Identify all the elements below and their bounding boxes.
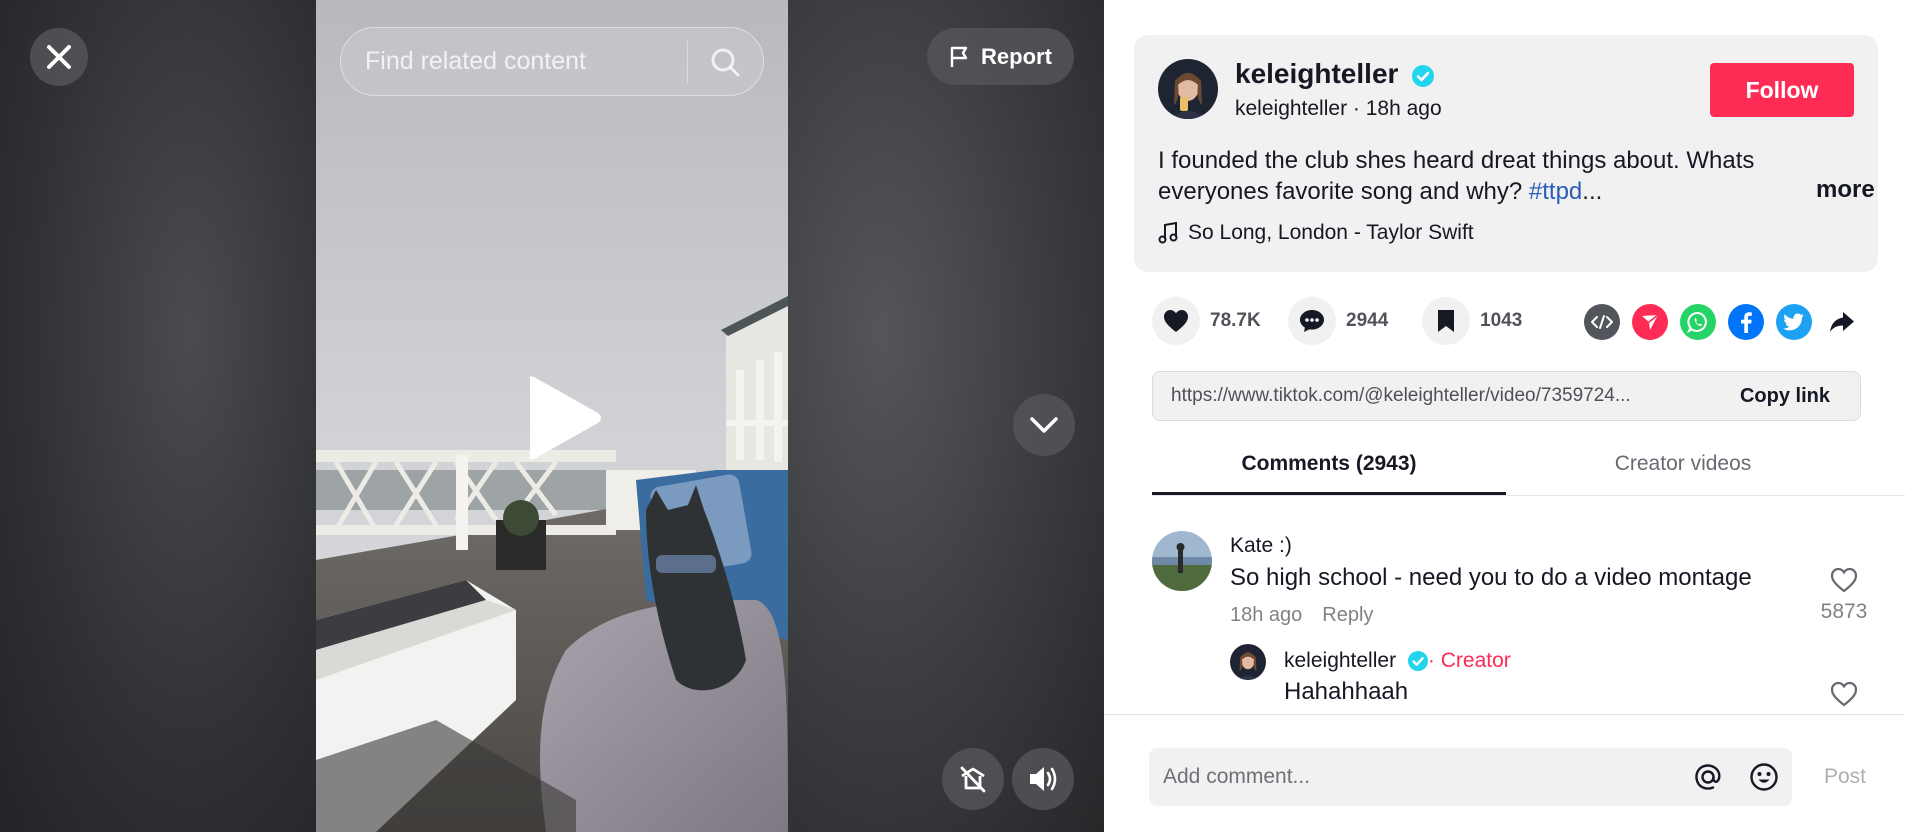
facebook-share-button[interactable] — [1728, 304, 1764, 340]
more-button[interactable]: more — [1816, 176, 1875, 204]
author-username: keleighteller — [1235, 97, 1348, 120]
hashtag-link[interactable]: #ttpd — [1529, 178, 1582, 205]
reply-author[interactable]: keleighteller · Creator — [1284, 649, 1511, 673]
send-to-friends-button[interactable] — [1632, 304, 1668, 340]
commenter-avatar[interactable] — [1152, 531, 1212, 591]
floating-player-button[interactable] — [942, 748, 1004, 810]
heart-outline-icon — [1830, 567, 1858, 593]
music-link[interactable]: So Long, London - Taylor Swift — [1158, 221, 1474, 245]
chevron-down-icon — [1030, 417, 1058, 433]
twitter-icon — [1783, 313, 1804, 331]
heart-icon — [1164, 310, 1188, 332]
play-icon — [529, 376, 601, 460]
more-share-button[interactable] — [1824, 304, 1860, 340]
comment-list: Kate :) So high school - need you to do … — [1104, 497, 1905, 715]
content-tabs: Comments (2943) Creator videos — [1152, 440, 1905, 496]
reply-tag-separator: · — [1427, 649, 1435, 672]
comment-like-count: 5873 — [1820, 600, 1868, 623]
comment-input[interactable] — [1149, 765, 1680, 789]
search-icon — [711, 48, 740, 76]
embed-button[interactable] — [1584, 304, 1620, 340]
reply-avatar-image — [1230, 644, 1266, 680]
volume-button[interactable] — [1012, 748, 1074, 810]
whatsapp-icon — [1687, 312, 1707, 333]
tab-creator-videos[interactable]: Creator videos — [1506, 440, 1860, 495]
comment-time: 18h ago — [1230, 604, 1303, 626]
reply-author-name: keleighteller — [1284, 649, 1397, 672]
share-arrow-icon — [1830, 312, 1854, 332]
mention-button[interactable] — [1680, 748, 1736, 806]
reply-button[interactable]: Reply — [1322, 604, 1373, 626]
emoji-icon — [1750, 763, 1778, 791]
close-icon — [47, 45, 71, 69]
like-button[interactable]: 78.7K — [1152, 297, 1261, 345]
bookmark-icon — [1438, 310, 1454, 332]
reply-text: Hahahhaah — [1284, 678, 1409, 705]
music-note-icon — [1158, 222, 1178, 244]
comment-text: So high school - need you to do a video … — [1230, 564, 1752, 591]
post-time: 18h ago — [1365, 97, 1442, 120]
comment-circle — [1288, 297, 1336, 345]
related-search-input[interactable] — [341, 28, 687, 95]
creator-badge: Creator — [1440, 649, 1511, 672]
author-name-text: keleighteller — [1235, 58, 1399, 89]
avatar-image — [1158, 59, 1218, 119]
verified-badge-icon — [1407, 651, 1428, 672]
comment-meta: 18h ago Reply — [1230, 604, 1373, 627]
author-subtitle: keleighteller · 18h ago — [1235, 97, 1442, 121]
like-circle — [1152, 297, 1200, 345]
author-display-name[interactable]: keleighteller — [1235, 58, 1435, 90]
reply-avatar[interactable] — [1230, 644, 1266, 680]
video-info-card: keleighteller keleighteller · 18h ago Fo… — [1134, 35, 1878, 272]
post-button[interactable]: Post — [1824, 748, 1866, 806]
report-label: Report — [981, 43, 1052, 69]
comment-button[interactable]: 2944 — [1288, 297, 1388, 345]
search-button[interactable] — [688, 28, 763, 95]
float-video-icon — [960, 766, 986, 793]
save-button[interactable]: 1043 — [1422, 297, 1522, 345]
subtitle-separator: · — [1352, 97, 1366, 120]
video-description: I founded the club shes heard dreat thin… — [1158, 145, 1848, 207]
tab-comments[interactable]: Comments (2943) — [1152, 440, 1506, 495]
close-button[interactable] — [30, 28, 88, 86]
report-button[interactable]: Report — [927, 28, 1074, 85]
next-video-button[interactable] — [1013, 394, 1075, 456]
comment-composer: Post — [1104, 714, 1905, 832]
video-pane: Report — [0, 0, 1104, 832]
save-circle — [1422, 297, 1470, 345]
related-search-box[interactable] — [340, 27, 764, 96]
copy-link-box: https://www.tiktok.com/@keleighteller/vi… — [1152, 371, 1861, 421]
comment-input-wrapper — [1149, 748, 1792, 806]
volume-icon — [1030, 767, 1057, 791]
at-mention-icon — [1695, 764, 1721, 790]
twitter-share-button[interactable] — [1776, 304, 1812, 340]
description-text: I founded the club shes heard dreat thin… — [1158, 147, 1755, 205]
details-panel: keleighteller keleighteller · 18h ago Fo… — [1104, 0, 1905, 832]
comment-count: 2944 — [1346, 310, 1389, 331]
heart-outline-icon — [1830, 681, 1858, 707]
description-ellipsis: ... — [1582, 178, 1603, 205]
commenter-avatar-image — [1152, 531, 1212, 591]
follow-button[interactable]: Follow — [1710, 63, 1854, 117]
play-button[interactable] — [520, 373, 604, 463]
save-count: 1043 — [1480, 310, 1523, 331]
video-url[interactable]: https://www.tiktok.com/@keleighteller/vi… — [1153, 385, 1710, 407]
flag-icon — [950, 46, 968, 67]
video-blur-backdrop-left — [0, 0, 316, 832]
author-avatar[interactable] — [1158, 59, 1218, 119]
copy-link-button[interactable]: Copy link — [1710, 385, 1860, 408]
verified-badge-icon — [1412, 64, 1435, 87]
comment-bubble-icon — [1300, 310, 1324, 332]
comment-like-button[interactable]: 5873 — [1814, 567, 1874, 624]
action-bar: 78.7K 2944 1043 — [1152, 297, 1872, 347]
music-title: So Long, London - Taylor Swift — [1188, 221, 1474, 244]
reply-like-button[interactable] — [1814, 681, 1874, 712]
embed-icon — [1591, 315, 1613, 329]
emoji-button[interactable] — [1736, 748, 1792, 806]
like-count: 78.7K — [1210, 310, 1261, 331]
facebook-icon — [1741, 312, 1752, 333]
commenter-name[interactable]: Kate :) — [1230, 534, 1292, 558]
send-icon — [1642, 314, 1659, 330]
whatsapp-share-button[interactable] — [1680, 304, 1716, 340]
